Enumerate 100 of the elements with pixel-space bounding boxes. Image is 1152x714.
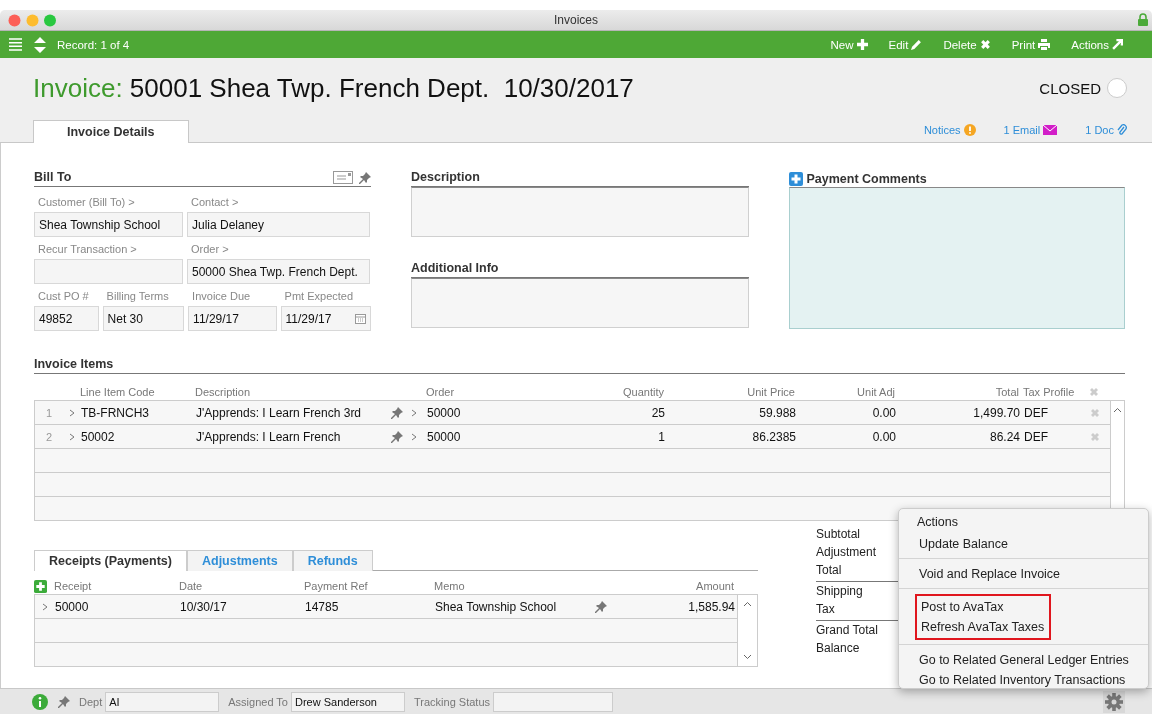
tab[interactable]: Invoice Details [33,120,189,143]
total-label: Adjustment [816,544,877,561]
chevron-icon [411,408,417,417]
total-label: Total [816,562,842,579]
settings-icon[interactable] [1103,690,1125,713]
column-header: Quantity [622,385,665,398]
input-field[interactable]: Drew Sanderson [291,691,405,712]
table-cell-text: 50000 [427,429,462,444]
input-field[interactable]: Shea Township School [34,212,183,237]
input-field[interactable]: 11/29/17 [188,306,277,331]
field-label: Order > [190,243,230,257]
remove-icon[interactable] [1090,407,1100,418]
table-row[interactable]: 2 50002 J'Apprends: I Learn French 50000 1 86.2385 0.00 86.24 DEF [35,425,1110,449]
column-header: Total [994,385,1020,398]
record-counter: Record: 1 of 4 [57,38,130,51]
table-row[interactable]: 1 TB-FRNCH3 J'Apprends: I Learn French 3rd 50000 25 59.988 0.00 1,499.70 DEF [35,401,1110,425]
table-cell-text: DEF [1024,429,1049,444]
scroll-up-icon[interactable] [1113,407,1122,413]
section-heading: Bill To [34,170,72,184]
section-heading: Payment Comments [806,172,927,186]
remove-all-icon[interactable] [1089,386,1099,397]
field-label: Assigned To [228,695,288,708]
scroll-down-icon[interactable] [743,654,752,660]
column-header: Receipt [54,580,93,592]
text-area[interactable] [411,187,749,237]
add-receipt-icon[interactable] [34,579,47,593]
total-label: Subtotal [816,526,861,543]
tab[interactable]: Receipts (Payments) [34,550,187,571]
total-label: Shipping [816,583,863,600]
scroll-up-icon[interactable] [743,601,752,607]
remove-icon[interactable] [1090,431,1100,442]
address-card-icon[interactable] [333,171,353,184]
total-label: Tax [816,601,835,618]
row-number: 1 [44,406,54,419]
calendar-icon[interactable] [355,313,366,324]
column-header: Memo [434,580,466,592]
field-label: Invoice Due [191,290,252,304]
total-label: Balance [816,640,860,657]
chevron-icon [42,602,48,611]
table-cell-text: 14785 [305,599,340,614]
pin-icon[interactable] [58,695,70,708]
column-header: Line Item Code [80,385,156,398]
field-label: Contact > [190,196,240,210]
input-field[interactable]: Net 30 [102,306,185,331]
column-header: Order [426,385,456,398]
input-field[interactable]: 49852 [34,306,99,331]
menu-item[interactable]: Post to AvaTax [921,597,1004,617]
input-field[interactable] [493,691,613,712]
pin-icon[interactable] [595,600,607,613]
field-label: Pmt Expected [283,290,355,304]
column-header: Date [179,580,204,592]
menu-item[interactable]: Refresh AvaTax Taxes [921,617,1045,637]
table-cell-text: J'Apprends: I Learn French [196,429,342,444]
chevron-icon [69,432,75,441]
input-field[interactable]: 11/29/17 [280,306,371,331]
column-header: Amount [695,580,735,592]
paperclip-icon [1117,124,1127,136]
table-cell-text: 1 [657,429,666,444]
close-icon [979,39,991,50]
sort-arrows-icon[interactable] [34,36,46,53]
pin-icon[interactable] [391,406,403,419]
menu-item[interactable]: Go to Related General Ledger Entries [919,650,1129,670]
pencil-icon [911,39,923,50]
field-label: Customer (Bill To) > [37,196,136,210]
column-header: Unit Adj [856,385,896,398]
envelope-icon [1043,125,1058,135]
menu-item[interactable]: Update Balance [919,534,1008,554]
add-comment-icon[interactable] [788,172,803,186]
field-label: Cust PO # [37,290,90,304]
window-title: Invoices [554,13,598,27]
arrow-icon [1112,39,1123,50]
column-header: Tax Profile [1023,385,1076,398]
input-field[interactable] [34,259,183,284]
field-label: Billing Terms [105,290,170,304]
printer-icon [1038,39,1051,50]
menu-icon[interactable] [9,38,22,51]
window-buttons-icon[interactable] [8,14,56,27]
table-cell-text: 50000 [427,405,462,420]
table-cell-text: 25 [650,405,666,420]
chevron-icon [69,408,75,417]
status-indicator[interactable] [1107,78,1127,98]
table-row[interactable]: 50000 10/30/17 14785 Shea Township School 1,585.94 [35,595,737,619]
table-cell-text: 59.988 [758,405,797,420]
pin-icon[interactable] [391,430,403,443]
info-icon[interactable] [32,693,48,710]
column-header: Description [195,385,252,398]
text-area[interactable] [411,278,749,328]
invoice-title: Invoice: 50001 Shea Twp. French Dept. 10/30/2017 [33,72,634,104]
input-field[interactable]: Julia Delaney [187,212,370,237]
input-field[interactable]: AI [105,691,220,712]
lock-icon [1138,13,1148,26]
status-label: CLOSED [1039,79,1101,97]
menu-item[interactable]: Go to Related Inventory Transactions [919,670,1126,690]
total-label: Grand Total [816,622,878,639]
table-cell-text: DEF [1024,405,1049,420]
input-field[interactable]: 50000 Shea Twp. French Dept. [187,259,370,284]
scrollbar[interactable] [738,594,758,667]
chevron-icon [411,432,417,441]
column-header: Unit Price [746,385,796,398]
menu-item[interactable]: Void and Replace Invoice [919,564,1061,584]
